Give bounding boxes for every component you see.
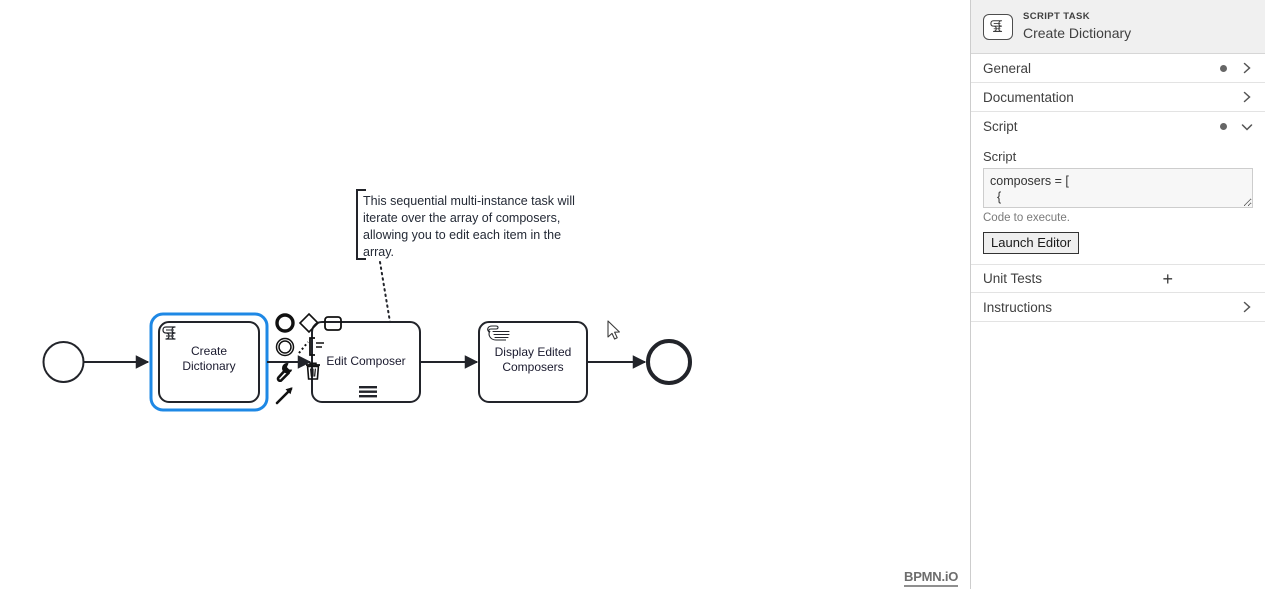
unit-tests-title: Unit Tests [983,271,1043,286]
double-circle-icon [275,337,295,357]
group-title-documentation: Documentation [983,89,1074,105]
sequential-multi-instance-marker [359,386,377,398]
group-header-documentation[interactable]: Documentation [971,83,1265,112]
wrench-icon [276,363,293,383]
launch-editor-button[interactable]: Launch Editor [983,232,1080,254]
annotation-line-2: iterate over the array of composers, [363,211,561,225]
chevron-down-icon [1241,123,1253,131]
mouse-cursor [607,320,620,340]
chevron-right-icon [1243,62,1251,74]
group-dot-general [1220,64,1227,72]
bpmn-canvas[interactable]: Create Dictionary Edit Composer Display … [0,0,970,589]
association-line [379,261,391,323]
text-annotation[interactable]: This sequential multi-instance task will… [363,193,588,261]
text-annotation-icon [298,337,324,356]
element-name-label: Create Dictionary [1023,24,1132,41]
arrow-icon [275,387,293,405]
script-field-hint: Code to execute. [983,212,1070,224]
append-intermediate-event-button[interactable] [274,336,296,358]
append-text-annotation-button[interactable] [298,336,324,358]
diamond-icon [298,312,320,334]
script-task-shape [158,321,260,403]
start-event [42,341,85,383]
annotation-line-1: This sequential multi-instance task will [363,194,575,208]
group-header-general[interactable]: General [971,54,1265,83]
group-header-instructions[interactable]: Instructions [971,293,1265,322]
group-title-script: Script [983,119,1018,134]
script-field-label: Script [983,149,1017,164]
context-pad[interactable] [274,312,344,407]
script-task-icon [983,13,1013,40]
group-header-script[interactable]: Script [971,112,1265,141]
element-type-label: SCRIPT TASK [1023,10,1091,22]
replace-element-button[interactable] [274,360,296,383]
rounded-rect-icon [324,316,342,331]
script-input[interactable] [983,168,1253,208]
delete-element-button[interactable] [302,360,324,382]
script-group-body: Script Code to execute. Launch Editor [971,141,1265,265]
end-event [646,339,692,385]
group-title-instructions: Instructions [983,299,1053,315]
annotation-line-4: array. [363,245,395,259]
unit-tests-row[interactable]: Unit Tests + [971,265,1265,293]
group-title-general: General [983,60,1032,76]
append-task-button[interactable] [322,312,344,334]
circle-thick-icon [275,313,295,333]
append-end-event-button[interactable] [274,312,296,334]
trash-icon [306,362,320,380]
chevron-right-icon [1243,91,1251,103]
plus-icon[interactable]: + [1162,270,1173,288]
annotation-line-3: allowing you to edit each item in the [363,228,562,242]
chevron-right-icon [1243,301,1251,313]
bpmn-io-watermark[interactable]: BPMN.iO [904,569,958,587]
properties-panel: SCRIPT TASK Create Dictionary General Do… [970,0,1265,589]
group-dot-script [1220,123,1227,130]
properties-panel-header: SCRIPT TASK Create Dictionary [971,0,1265,54]
connect-element-button[interactable] [274,384,296,406]
append-gateway-button[interactable] [298,312,320,334]
